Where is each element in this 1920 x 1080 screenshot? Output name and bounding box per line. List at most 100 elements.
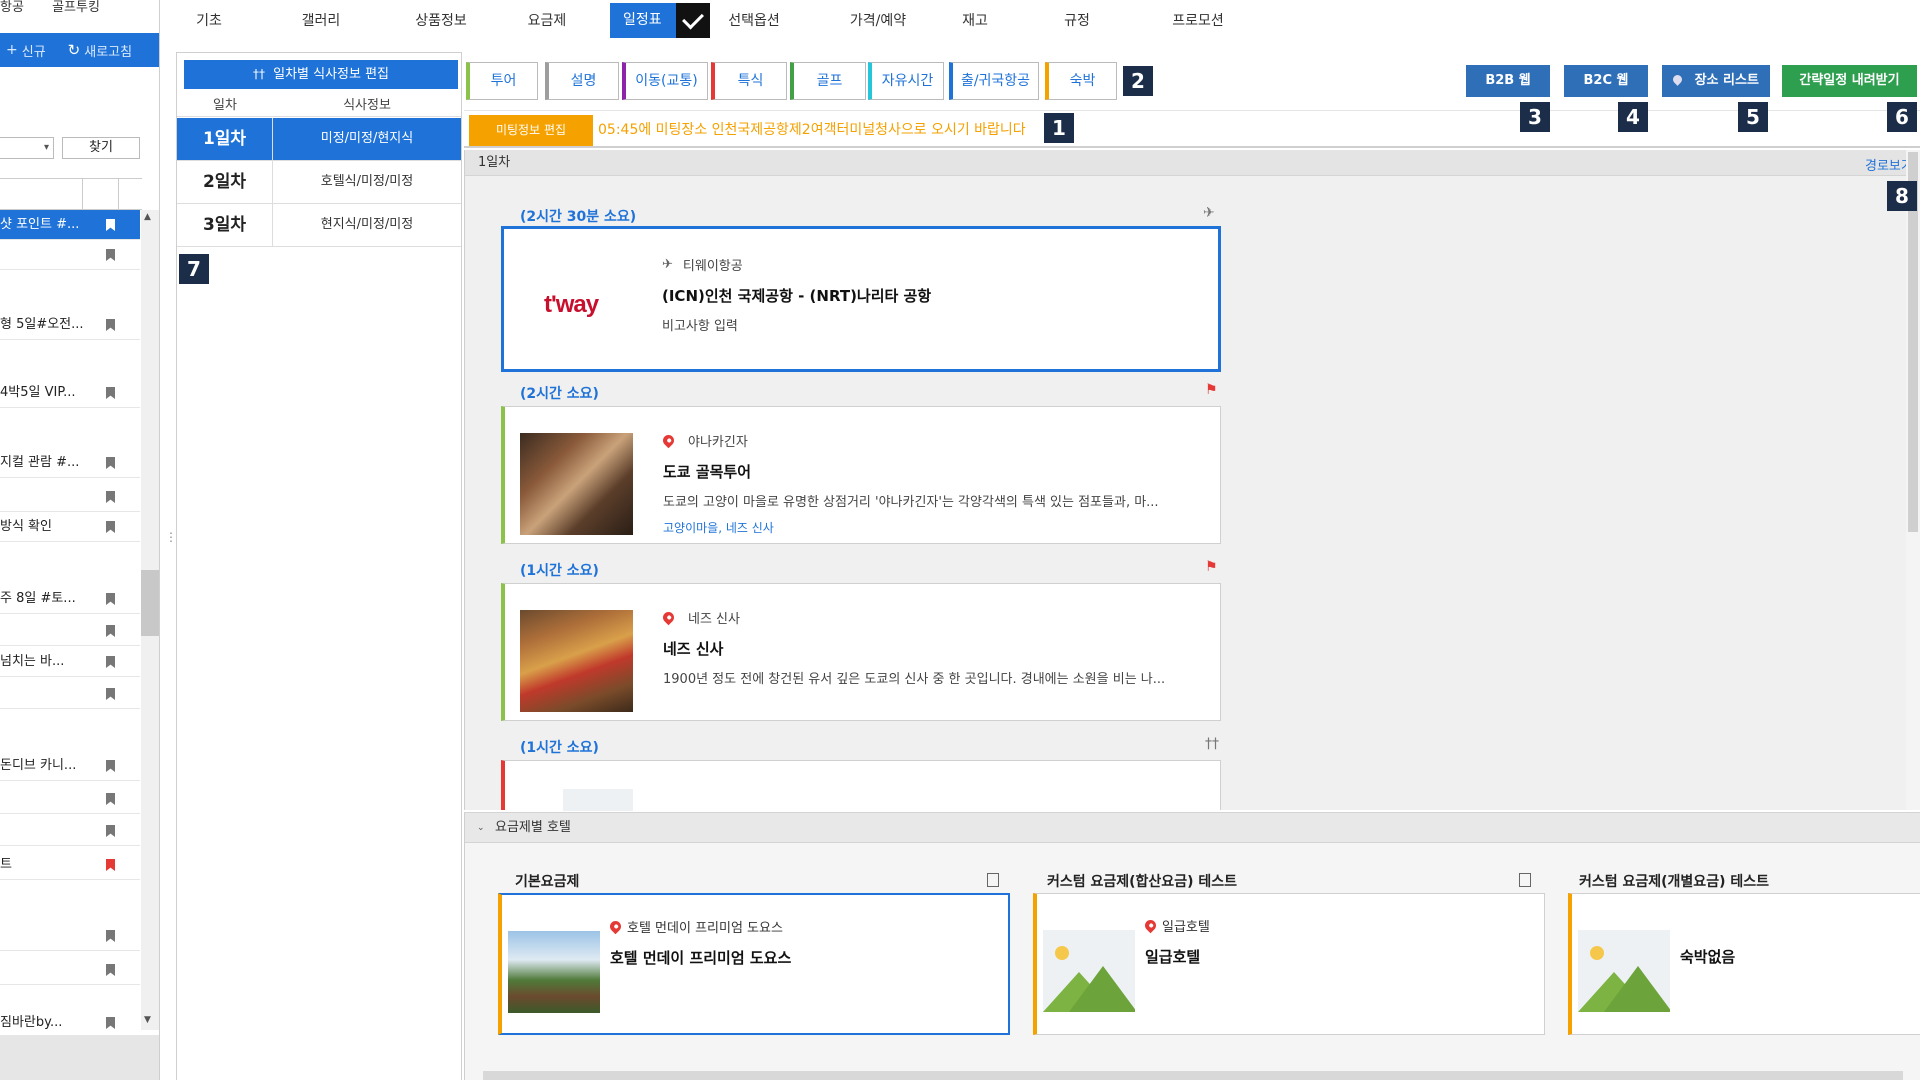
- bookmark-icon[interactable]: [106, 387, 115, 399]
- sidebar-scroll-thumb[interactable]: [141, 570, 159, 636]
- list-item-label: 4박5일 VIP...: [0, 385, 76, 400]
- filter-select[interactable]: ▾: [0, 137, 54, 159]
- bookmark-icon[interactable]: [106, 319, 115, 331]
- category-flight-button[interactable]: 출/귀국항공: [949, 62, 1039, 100]
- bookmark-icon[interactable]: [106, 521, 115, 533]
- hotel-card-basic[interactable]: 호텔 먼데이 프리미엄 도요스 호텔 먼데이 프리미엄 도요스: [498, 893, 1010, 1035]
- list-item[interactable]: 4박5일 VIP...: [0, 378, 140, 408]
- bookmark-icon[interactable]: [106, 964, 115, 976]
- list-item[interactable]: 주 8일 #토...: [0, 584, 140, 614]
- refresh-button[interactable]: ↻ 새로고침: [68, 41, 132, 60]
- b2b-web-button[interactable]: B2B 웹: [1466, 65, 1550, 97]
- category-special-meal-button[interactable]: 특식: [711, 62, 787, 100]
- bookmark-icon[interactable]: [106, 930, 115, 942]
- list-item[interactable]: 형 5일#오전...: [0, 310, 140, 340]
- bookmark-icon[interactable]: [106, 249, 115, 261]
- top-navigation: 기초 갤러리 상품정보 요금제 일정표 선택옵션 가격/예약 재고 규정 프로모…: [175, 0, 1920, 42]
- download-brief-schedule-button[interactable]: 간략일정 내려받기: [1782, 65, 1917, 97]
- schedule-card-meal[interactable]: [501, 760, 1221, 811]
- edit-meal-info-button[interactable]: †† 일차별 식사정보 편집: [184, 60, 458, 89]
- bookmark-icon[interactable]: [106, 859, 115, 871]
- bookmark-icon[interactable]: [106, 1017, 115, 1029]
- bookmark-icon[interactable]: [106, 219, 115, 231]
- bookmark-icon[interactable]: [106, 593, 115, 605]
- list-item[interactable]: 넘치는 바...: [0, 647, 140, 677]
- shrine-photo: [520, 610, 633, 712]
- card-tags[interactable]: 고양이마을, 네즈 신사: [663, 519, 774, 536]
- list-item[interactable]: [0, 616, 140, 646]
- category-description-button[interactable]: 설명: [545, 62, 619, 100]
- category-golf-button[interactable]: 골프: [790, 62, 866, 100]
- category-transport-button[interactable]: 이동(교통): [622, 62, 708, 100]
- place-list-button[interactable]: 장소 리스트: [1662, 65, 1770, 97]
- tab-promotion[interactable]: 프로모션: [1153, 0, 1243, 42]
- meal-row-day3[interactable]: 3일차 현지식/미정/미정: [177, 204, 461, 247]
- plus-icon: +: [6, 42, 18, 58]
- duration-label: (2시간 소요): [520, 386, 599, 402]
- bookmark-icon[interactable]: [106, 760, 115, 772]
- schedule-card-flight[interactable]: t'way ✈ 티웨이항공 (ICN)인천 국제공항 - (NRT)나리타 공항…: [501, 226, 1221, 372]
- building-icon[interactable]: [987, 873, 999, 887]
- hotel-section-header[interactable]: ⌄ 요금제별 호텔: [465, 813, 1920, 843]
- bookmark-icon[interactable]: [106, 793, 115, 805]
- schedule-card-shrine[interactable]: 네즈 신사 네즈 신사 1900년 정도 전에 창건된 유서 깊은 도쿄의 신사…: [501, 583, 1221, 721]
- meal-row-day1[interactable]: 1일차 미정/미정/현지식: [177, 118, 461, 161]
- sidebar-tab-golf[interactable]: 골프투킹: [52, 0, 100, 15]
- bookmark-icon[interactable]: [106, 457, 115, 469]
- tab-options[interactable]: 선택옵션: [715, 0, 793, 42]
- card-location: 네즈 신사: [660, 608, 740, 627]
- tab-itinerary[interactable]: 일정표: [610, 3, 710, 38]
- list-item[interactable]: 지컬 관람 #...: [0, 448, 140, 478]
- list-item[interactable]: 트: [0, 850, 140, 880]
- list-item[interactable]: 방식 확인: [0, 512, 140, 542]
- flag-icon: ⚑: [1205, 559, 1218, 575]
- edit-meeting-info-button[interactable]: 미팅정보 편집: [469, 115, 593, 146]
- list-item[interactable]: [0, 816, 140, 846]
- bookmark-icon[interactable]: [106, 656, 115, 668]
- category-tour-button[interactable]: 투어: [466, 62, 538, 100]
- scroll-up-icon[interactable]: ▲: [144, 212, 151, 222]
- category-free-time-button[interactable]: 자유시간: [868, 62, 944, 100]
- tab-product-info[interactable]: 상품정보: [397, 0, 485, 42]
- sidebar-tab-flight[interactable]: 항공: [0, 0, 24, 15]
- hotel-name: 숙박없음: [1680, 948, 1736, 966]
- list-item[interactable]: [0, 482, 140, 512]
- fork-knife-icon: ††: [1205, 736, 1219, 752]
- b2c-web-button[interactable]: B2C 웹: [1564, 65, 1648, 97]
- meal-day: 2일차: [177, 161, 273, 203]
- tab-rate-plan[interactable]: 요금제: [509, 0, 585, 42]
- map-pin-icon: [1671, 73, 1684, 86]
- list-item[interactable]: 짐바란by...: [0, 1008, 140, 1038]
- tour-photo: [520, 433, 633, 535]
- list-item[interactable]: [0, 784, 140, 814]
- category-lodging-button[interactable]: 숙박: [1045, 62, 1117, 100]
- bookmark-icon[interactable]: [106, 825, 115, 837]
- tab-basic[interactable]: 기초: [175, 0, 243, 42]
- column-divider: [118, 179, 119, 209]
- meal-row-day2[interactable]: 2일차 호텔식/미정/미정: [177, 161, 461, 204]
- card-desc: 1900년 정도 전에 창건된 유서 깊은 도쿄의 신사 중 한 곳입니다. 경…: [663, 672, 1166, 687]
- hotel-card-custom-sum[interactable]: 일급호텔 일급호텔: [1033, 893, 1545, 1035]
- schedule-card-tour[interactable]: 야나카긴자 도쿄 골목투어 도쿄의 고양이 마을로 유명한 상점거리 '야나카긴…: [501, 406, 1221, 544]
- list-item[interactable]: [0, 679, 140, 709]
- bookmark-icon[interactable]: [106, 625, 115, 637]
- list-item[interactable]: [0, 955, 140, 985]
- list-item[interactable]: [0, 921, 140, 951]
- hotel-card-custom-individual[interactable]: 숙박없음: [1568, 893, 1920, 1035]
- card-location: 야나카긴자: [660, 431, 748, 450]
- list-item[interactable]: 샷 포인트 #...: [0, 210, 140, 240]
- bookmark-icon[interactable]: [106, 491, 115, 503]
- list-item[interactable]: [0, 240, 140, 270]
- bookmark-icon[interactable]: [106, 688, 115, 700]
- find-button[interactable]: 찾기: [62, 137, 140, 159]
- scroll-down-icon[interactable]: ▼: [144, 1015, 151, 1025]
- new-button[interactable]: + 신규: [6, 41, 46, 60]
- schedule-scrollbar[interactable]: [1906, 150, 1920, 810]
- hotel-horizontal-scrollbar[interactable]: [483, 1071, 1903, 1080]
- tab-rules[interactable]: 규정: [1047, 0, 1107, 42]
- tab-inventory[interactable]: 재고: [943, 0, 1007, 42]
- list-item[interactable]: 돈디브 카니...: [0, 751, 140, 781]
- tab-price-booking[interactable]: 가격/예약: [831, 0, 925, 42]
- tab-gallery[interactable]: 갤러리: [285, 0, 357, 42]
- building-icon[interactable]: [1519, 873, 1531, 887]
